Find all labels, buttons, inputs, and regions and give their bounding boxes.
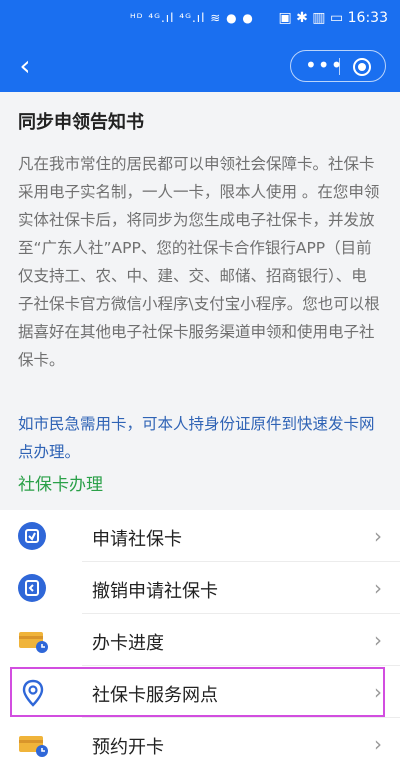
apply-card-icon [18, 522, 48, 550]
nav-bar: ‹ ••• [0, 40, 400, 92]
menu-label: 撤销申请社保卡 [92, 581, 218, 602]
target-icon[interactable] [353, 58, 371, 76]
menu-label: 办卡进度 [92, 633, 164, 654]
cancel-apply-icon [18, 574, 48, 602]
appointment-icon [18, 730, 48, 758]
selection-highlight [10, 667, 385, 717]
chevron-right-icon: › [374, 628, 382, 652]
section-title: 社保卡办理 [18, 475, 103, 495]
status-bar: ᴴᴰ ⁴ᴳ.ıl ⁴ᴳ.ıl ≋ ● ● ▣ ✱ ▥ ▭ 16:33 [0, 0, 400, 40]
status-icons: ᴴᴰ ⁴ᴳ.ıl ⁴ᴳ.ıl ≋ ● ● [130, 11, 254, 25]
mini-program-capsule[interactable]: ••• [290, 50, 386, 82]
back-icon[interactable]: ‹ [10, 48, 40, 84]
progress-icon [18, 626, 48, 654]
menu-item-apply[interactable]: 申请社保卡 › [0, 510, 400, 562]
more-icon[interactable]: ••• [305, 52, 343, 78]
menu-label: 申请社保卡 [92, 529, 182, 550]
capsule-divider [339, 58, 340, 75]
chevron-right-icon: › [374, 524, 382, 548]
menu-label: 预约开卡 [92, 737, 164, 758]
notice-tip: 如市民急需用卡，可本人持身份证原件到快速发卡网点办理。 [18, 415, 375, 461]
notice-title: 同步申领告知书 [18, 112, 144, 133]
menu-item-cancel[interactable]: 撤销申请社保卡 › [0, 562, 400, 614]
menu-item-appointment[interactable]: 预约开卡 › [0, 718, 400, 770]
menu-item-progress[interactable]: 办卡进度 › [0, 614, 400, 666]
chevron-right-icon: › [374, 576, 382, 600]
notice-body: 凡在我市常住的居民都可以申领社会保障卡。社保卡采用电子实名制，一人一卡，限本人使… [18, 155, 380, 369]
status-time: ▣ ✱ ▥ ▭ 16:33 [278, 10, 388, 26]
notice-panel: 同步申领告知书 凡在我市常住的居民都可以申领社会保障卡。社保卡采用电子实名制，一… [0, 92, 400, 510]
chevron-right-icon: › [374, 732, 382, 756]
